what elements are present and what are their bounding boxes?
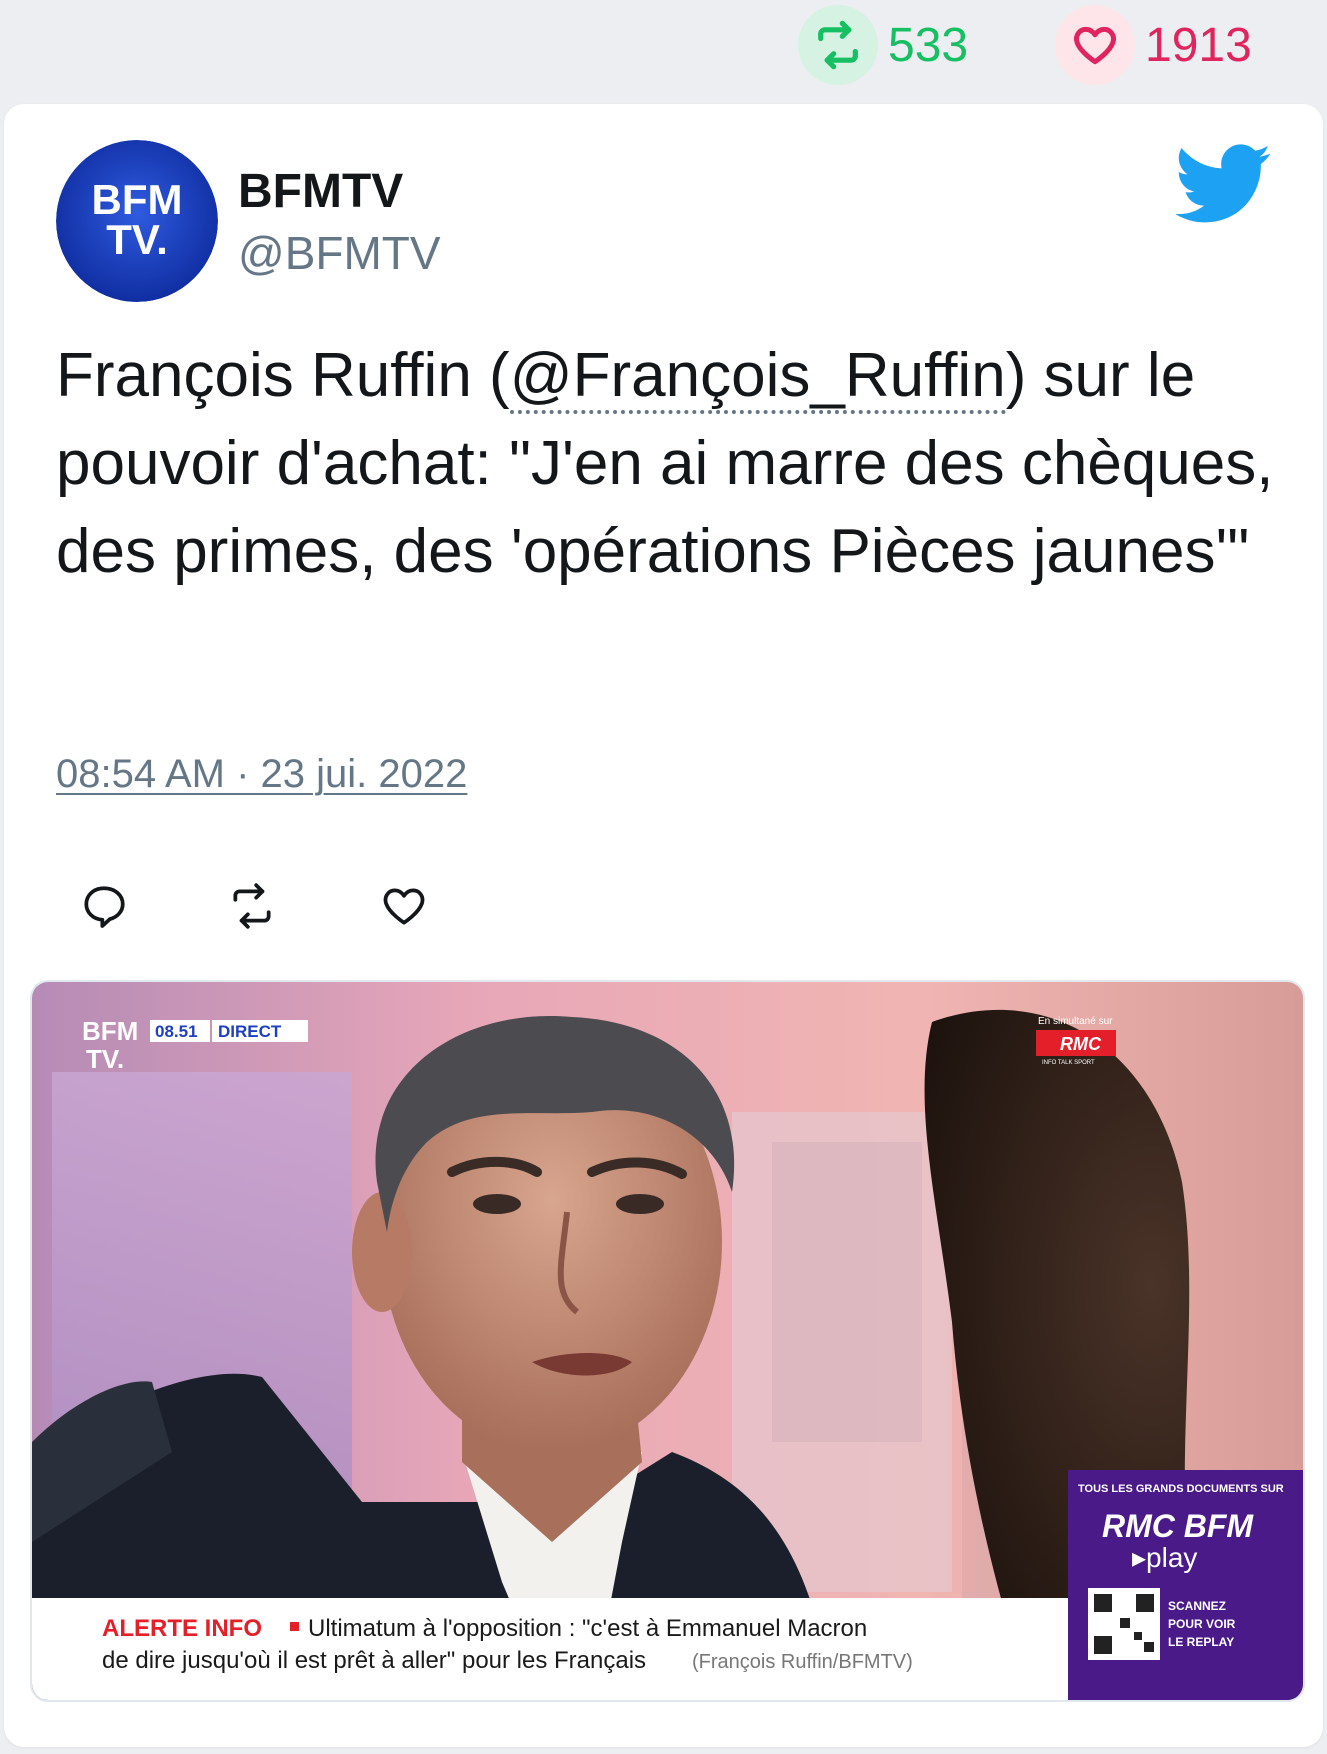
alert-info-ticker: ALERTE INFO Ultimatum à l'opposition : "… — [32, 1598, 1068, 1700]
avatar-text-line2: TV. — [106, 216, 167, 263]
promo-brand: RMC BFM — [1102, 1508, 1254, 1544]
tv-broadcast-image: BFM TV. 08.51 DIRECT En simultané sur RM… — [32, 982, 1303, 1700]
retweet-count[interactable]: 533 — [798, 5, 968, 85]
like-count-value: 1913 — [1145, 18, 1252, 72]
heart-icon — [1055, 5, 1135, 85]
rmc-sub: INFO TALK SPORT — [1042, 1060, 1095, 1066]
live-label: DIRECT — [218, 1022, 282, 1041]
twitter-bird-icon[interactable] — [1174, 144, 1272, 224]
reply-icon[interactable] — [74, 876, 134, 936]
scan-line3: LE REPLAY — [1168, 1635, 1234, 1649]
mention-link[interactable]: @François_Ruffin — [509, 341, 1006, 414]
avatar[interactable]: BFM TV. — [56, 140, 218, 302]
retweet-count-value: 533 — [888, 18, 969, 72]
promo-header: TOUS LES GRANDS DOCUMENTS SUR — [1078, 1483, 1284, 1495]
tweet-text-start: François Ruffin ( — [56, 341, 510, 410]
simulcast-label: En simultané sur — [1038, 1016, 1113, 1027]
logo-line2: TV. — [86, 1044, 124, 1074]
scan-line1: SCANNEZ — [1168, 1599, 1226, 1613]
tweet-card: BFM TV. BFMTV @BFMTV François Ruffin (@F… — [4, 104, 1323, 1747]
tweet-media-video-still[interactable]: BFM TV. 08.51 DIRECT En simultané sur RM… — [30, 980, 1305, 1702]
author-handle[interactable]: @BFMTV — [238, 226, 441, 280]
alert-line2: de dire jusqu'où il est prêt à aller" po… — [102, 1647, 646, 1674]
rmc-label: RMC — [1060, 1034, 1102, 1054]
alert-label: ALERTE INFO — [102, 1615, 262, 1642]
scan-line2: POUR VOIR — [1168, 1617, 1236, 1631]
retweet-icon — [798, 5, 878, 85]
retweet-icon[interactable] — [222, 876, 282, 936]
author-name[interactable]: BFMTV — [238, 164, 403, 219]
broadcast-clock: 08.51 — [155, 1022, 198, 1041]
alert-line1: Ultimatum à l'opposition : "c'est à Emma… — [308, 1615, 867, 1642]
alert-credit: (François Ruffin/BFMTV) — [692, 1651, 913, 1673]
rmc-bfm-play-promo: TOUS LES GRANDS DOCUMENTS SUR RMC BFM ▸p… — [1068, 1470, 1303, 1700]
promo-play: ▸play — [1132, 1542, 1197, 1573]
heart-icon[interactable] — [374, 876, 434, 936]
tweet-timestamp[interactable]: 08:54 AM · 23 jui. 2022 — [56, 752, 467, 797]
like-count[interactable]: 1913 — [1055, 5, 1252, 85]
logo-line1: BFM — [82, 1016, 138, 1046]
tweet-text: François Ruffin (@François_Ruffin) sur l… — [56, 332, 1286, 596]
engagement-summary: 533 1913 — [0, 0, 1327, 100]
